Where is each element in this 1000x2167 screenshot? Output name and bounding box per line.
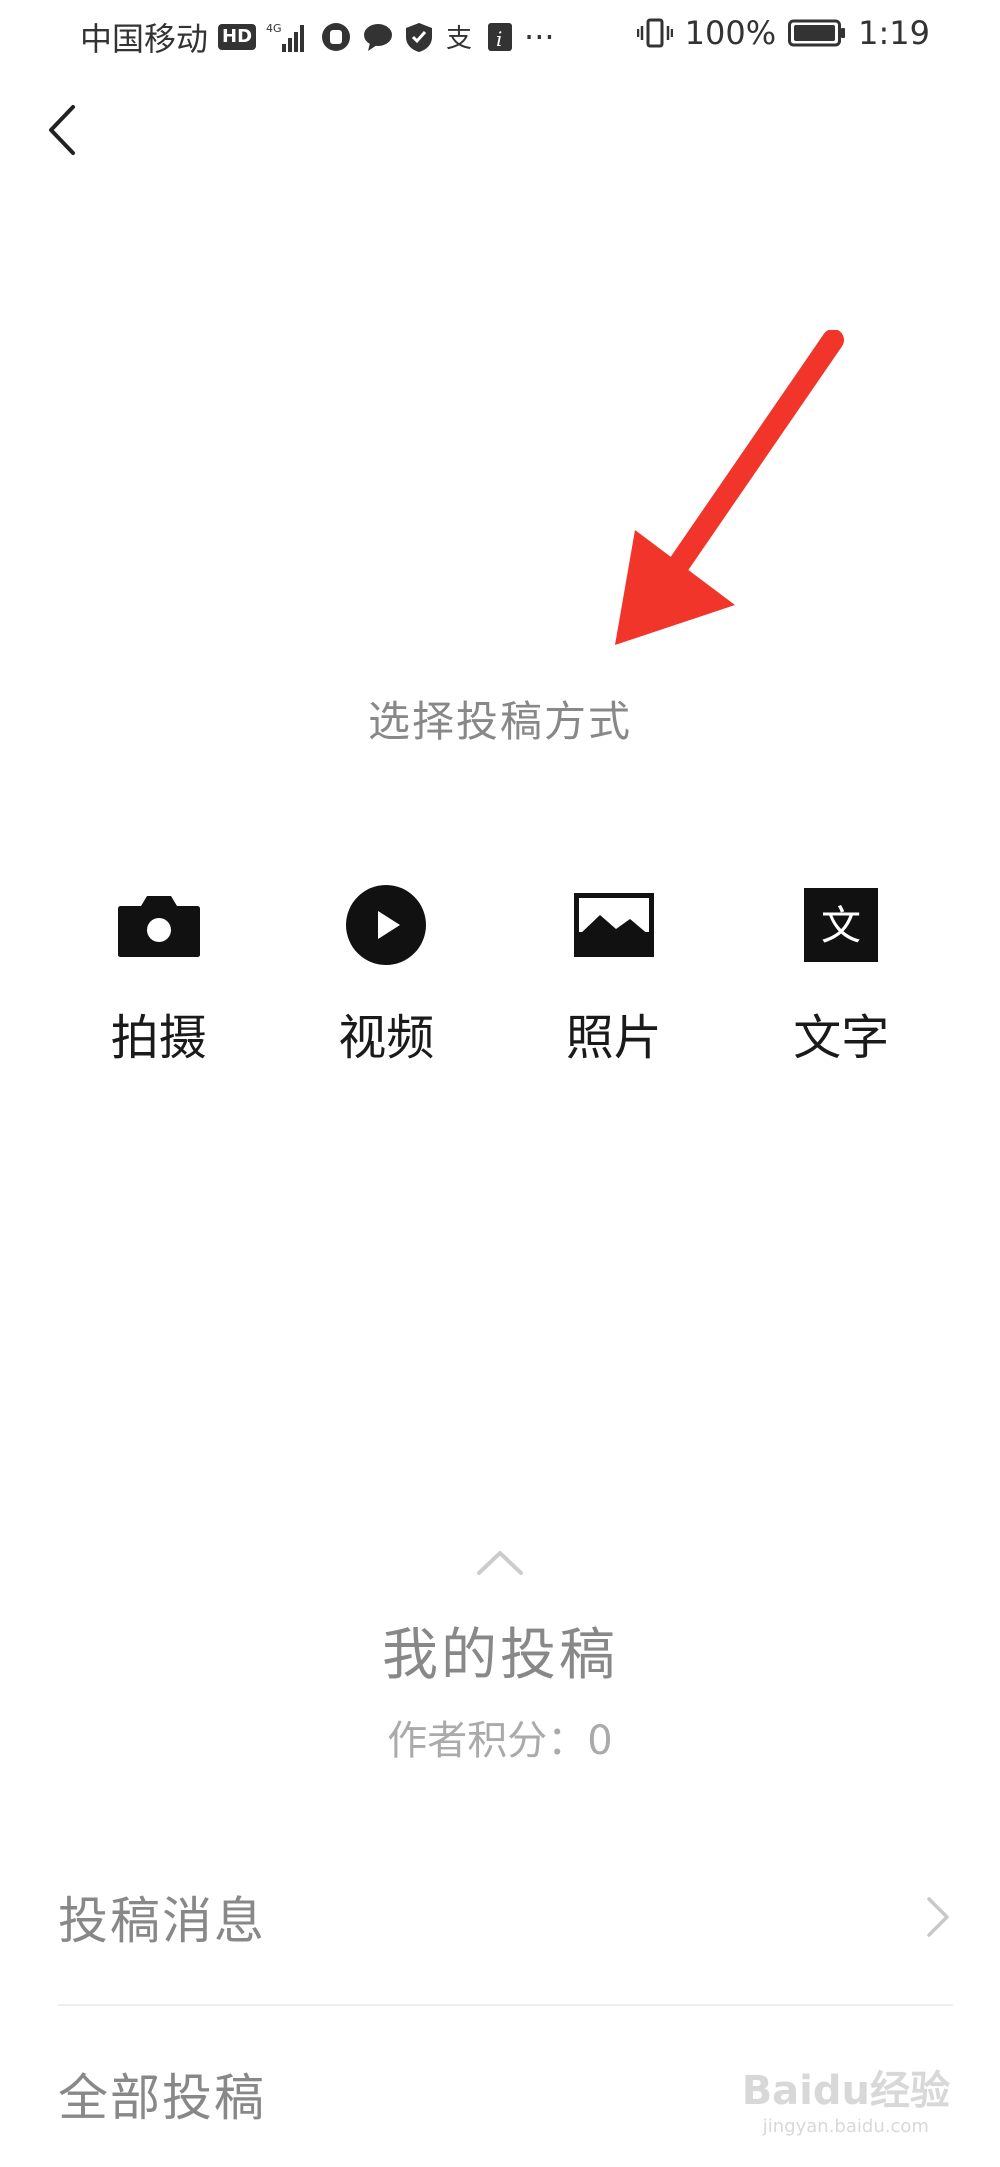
status-right: 100% 1:19: [636, 14, 930, 52]
annotation-arrow-icon: [615, 330, 844, 645]
option-photo-label: 照片: [565, 1010, 662, 1066]
submission-options: 拍摄 视频 照片 文 文字: [45, 880, 955, 1068]
option-photo[interactable]: 照片: [500, 880, 728, 1068]
my-submissions-title: 我的投稿: [382, 1623, 618, 1688]
list-item-label: 投稿消息: [58, 1892, 266, 1950]
chevron-right-icon: [927, 1897, 949, 1937]
chevron-left-icon: [49, 105, 75, 155]
hd-badge: HD: [218, 24, 257, 50]
info-icon: i: [486, 19, 514, 55]
text-icon: 文: [796, 880, 886, 970]
choose-method-title: 选择投稿方式: [367, 697, 632, 746]
watermark-sub: jingyan.baidu.com: [762, 2116, 929, 2137]
play-circle-icon: [341, 880, 431, 970]
svg-text:i: i: [496, 27, 502, 51]
chat-icon: [362, 19, 394, 55]
camera-icon: [114, 880, 204, 970]
alipay-icon: 支: [444, 19, 476, 55]
carrier-label: 中国移动: [80, 20, 209, 58]
option-text-label: 文字: [793, 1010, 890, 1066]
more-indicator: ···: [524, 18, 555, 56]
option-video[interactable]: 视频: [273, 880, 501, 1068]
back-button[interactable]: [38, 100, 86, 160]
watermark-main: Baidu经验: [741, 2068, 950, 2114]
status-left: 中国移动 HD 4G 支 i ···: [80, 14, 555, 60]
image-icon: [569, 880, 659, 970]
signal-icon: 4G: [266, 19, 310, 55]
vibrate-icon: [636, 15, 673, 51]
shield-icon: [404, 19, 434, 55]
app-icon: [320, 19, 352, 55]
network-label: 4G: [266, 22, 282, 35]
chevron-up-icon[interactable]: [476, 1548, 524, 1576]
baidu-watermark: Baidu经验 jingyan.baidu.com: [742, 2058, 950, 2137]
option-shoot-label: 拍摄: [110, 1010, 207, 1066]
status-bar: 中国移动 HD 4G 支 i ··· 100% 1:19: [0, 0, 1000, 70]
option-shoot[interactable]: 拍摄: [45, 880, 273, 1068]
author-score: 作者积分：0: [387, 1718, 613, 1764]
list-item-label: 全部投稿: [58, 2069, 266, 2127]
list-item-messages[interactable]: 投稿消息: [58, 1830, 953, 2006]
clock: 1:19: [858, 14, 930, 52]
svg-text:支: 支: [446, 24, 472, 53]
battery-percent: 100%: [684, 14, 777, 52]
option-video-label: 视频: [338, 1010, 435, 1066]
battery-icon: [788, 15, 846, 51]
option-text[interactable]: 文 文字: [728, 880, 956, 1068]
text-icon-glyph: 文: [821, 903, 861, 949]
